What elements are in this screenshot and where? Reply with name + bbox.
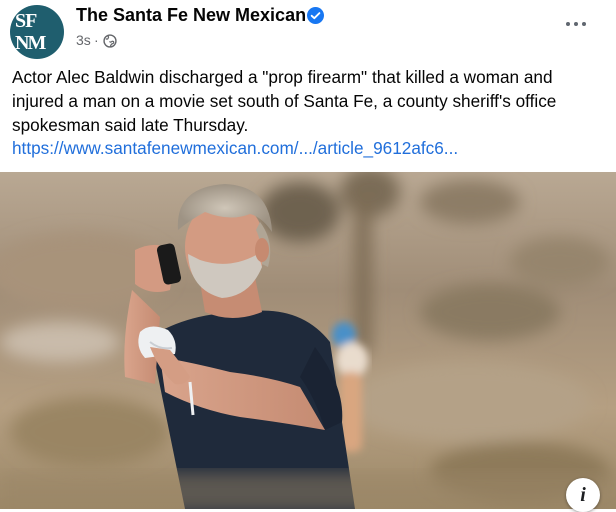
info-button[interactable]: i [566, 478, 600, 512]
verified-badge-icon [307, 7, 324, 24]
avatar-logo: SF NM [10, 5, 64, 59]
article-link[interactable]: https://www.santafenewmexican.com/.../ar… [12, 136, 458, 160]
post-text: Actor Alec Baldwin discharged a "prop fi… [12, 67, 557, 135]
meta-separator: · [94, 32, 99, 48]
more-options-button[interactable] [562, 12, 590, 36]
post-header: SF NM The Santa Fe New Mexican 3s · [0, 0, 616, 64]
avatar-logo-line2: NM [15, 32, 46, 54]
post-photo[interactable] [0, 172, 616, 509]
page-avatar[interactable]: SF NM [10, 5, 64, 59]
facebook-post: SF NM The Santa Fe New Mexican 3s · Acto… [0, 0, 616, 512]
globe-icon[interactable] [103, 34, 117, 48]
avatar-logo-line1: SF [15, 10, 37, 32]
page-name-link[interactable]: The Santa Fe New Mexican [76, 5, 306, 26]
info-icon: i [580, 484, 586, 506]
post-timestamp[interactable]: 3s [76, 32, 91, 48]
news-photo-illustration [0, 172, 616, 509]
